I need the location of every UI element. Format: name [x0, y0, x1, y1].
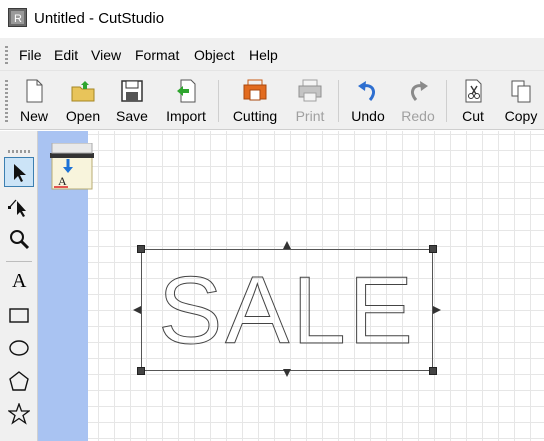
palette-grip-handle[interactable]: [8, 150, 30, 153]
save-button[interactable]: Save: [112, 74, 152, 128]
text-tool-icon: A: [12, 270, 27, 292]
svg-text:A: A: [58, 174, 67, 188]
redo-arrow-icon: [411, 81, 428, 101]
tool-select[interactable]: [4, 157, 34, 187]
menu-view[interactable]: View: [91, 47, 121, 63]
tool-zoom[interactable]: [4, 225, 34, 255]
polygon-tool-icon: [9, 371, 29, 391]
scissors-icon: [465, 79, 482, 103]
node-edit-icon: [8, 199, 26, 217]
resize-handle-left[interactable]: [132, 305, 142, 315]
tool-rectangle[interactable]: [4, 300, 34, 330]
redo-button[interactable]: Redo: [398, 74, 438, 128]
print-button-label: Print: [295, 108, 325, 124]
tool-ellipse[interactable]: [4, 333, 34, 363]
menu-help[interactable]: Help: [249, 47, 278, 63]
cut-button-label: Cut: [462, 108, 484, 124]
import-button-label: Import: [166, 108, 206, 124]
open-button[interactable]: Open: [62, 74, 104, 128]
palette-separator: [6, 261, 32, 262]
app-icon: R: [8, 8, 27, 27]
svg-text:R: R: [14, 13, 22, 25]
resize-handle-top-right[interactable]: [429, 245, 437, 253]
cutting-button-label: Cutting: [232, 108, 278, 124]
toolbar-separator: [218, 80, 219, 122]
title-bar: R Untitled - CutStudio: [0, 0, 544, 38]
save-button-label: Save: [116, 108, 148, 124]
undo-button[interactable]: Undo: [348, 74, 388, 128]
copy-button[interactable]: Copy: [500, 74, 542, 128]
toolbar-separator: [338, 80, 339, 122]
media-size-icon[interactable]: A: [50, 143, 94, 191]
tool-node-edit[interactable]: [4, 192, 34, 222]
menu-edit[interactable]: Edit: [54, 47, 78, 63]
cutting-button[interactable]: Cutting: [228, 74, 282, 128]
open-folder-icon: [71, 81, 95, 102]
print-button[interactable]: Print: [290, 74, 330, 128]
ellipse-tool-icon: [9, 340, 29, 356]
cutting-printer-icon: [243, 79, 267, 101]
resize-handle-bottom[interactable]: [282, 368, 292, 378]
resize-handle-top-left[interactable]: [137, 245, 145, 253]
resize-handle-bottom-right[interactable]: [429, 367, 437, 375]
menu-file[interactable]: File: [19, 47, 42, 63]
toolbar-grip-handle[interactable]: [5, 80, 8, 124]
rectangle-tool-icon: [9, 308, 29, 323]
toolbar-separator: [446, 80, 447, 122]
undo-button-label: Undo: [351, 108, 385, 124]
menu-object[interactable]: Object: [194, 47, 234, 63]
import-icon: [177, 79, 196, 103]
resize-handle-top[interactable]: [282, 240, 292, 250]
zoom-magnifier-icon: [10, 230, 30, 250]
new-button-label: New: [19, 108, 48, 124]
printer-icon: [298, 79, 322, 102]
resize-handle-bottom-left[interactable]: [137, 367, 145, 375]
copy-button-label: Copy: [504, 108, 538, 124]
select-arrow-icon: [14, 164, 26, 182]
new-document-icon: [26, 79, 43, 103]
redo-button-label: Redo: [401, 108, 435, 124]
menu-format[interactable]: Format: [135, 47, 179, 63]
copy-icon: [511, 80, 531, 103]
save-disk-icon: [121, 80, 143, 102]
import-button[interactable]: Import: [160, 74, 212, 128]
cut-button[interactable]: Cut: [456, 74, 490, 128]
star-tool-icon: [8, 403, 30, 425]
new-button[interactable]: New: [14, 74, 54, 128]
tool-text[interactable]: A: [4, 267, 34, 297]
tool-polygon[interactable]: [4, 366, 34, 396]
window-title: Untitled - CutStudio: [34, 10, 165, 27]
menu-grip-handle[interactable]: [5, 46, 8, 64]
open-button-label: Open: [65, 108, 101, 124]
selection-bounding-box[interactable]: [141, 249, 433, 371]
undo-arrow-icon: [358, 81, 375, 101]
tool-star[interactable]: [4, 399, 34, 429]
resize-handle-right[interactable]: [432, 305, 442, 315]
